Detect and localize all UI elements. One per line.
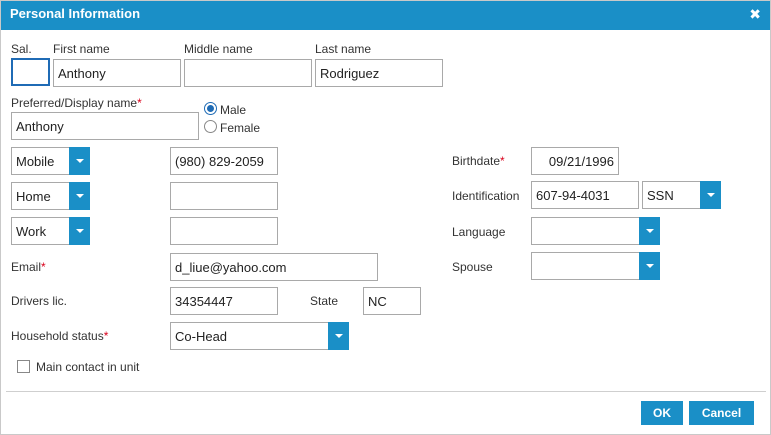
phone2-type-value: Home	[16, 189, 51, 204]
phone1-type-select[interactable]: Mobile	[11, 147, 90, 175]
dialog-titlebar: Personal Information ✖	[1, 1, 770, 30]
language-select[interactable]	[531, 217, 660, 245]
birthdate-input[interactable]	[531, 147, 619, 175]
identification-input[interactable]	[531, 181, 639, 209]
phone3-type-value: Work	[16, 224, 47, 239]
male-radio[interactable]	[204, 102, 217, 115]
ok-button[interactable]: OK	[641, 401, 683, 425]
middle-name-input[interactable]	[184, 59, 312, 87]
female-label: Female	[220, 121, 261, 135]
household-status-select[interactable]: Co-Head	[170, 322, 349, 350]
chevron-down-icon[interactable]	[700, 181, 721, 209]
chevron-down-icon[interactable]	[639, 252, 660, 280]
main-contact-checkbox[interactable]	[17, 360, 30, 373]
state-label: State	[310, 294, 339, 308]
state-input[interactable]	[363, 287, 421, 315]
phone2-input[interactable]	[170, 182, 278, 210]
first-name-label: First name	[53, 42, 110, 56]
spouse-select[interactable]	[531, 252, 660, 280]
chevron-down-icon[interactable]	[639, 217, 660, 245]
preferred-name-label: Preferred/Display name*	[11, 96, 142, 110]
language-label: Language	[452, 225, 506, 239]
footer-divider	[6, 391, 766, 392]
chevron-down-icon[interactable]	[328, 322, 349, 350]
phone1-input[interactable]	[170, 147, 278, 175]
drivers-lic-input[interactable]	[170, 287, 278, 315]
identification-label: Identification	[452, 189, 520, 203]
cancel-button[interactable]: Cancel	[689, 401, 754, 425]
id-type-select[interactable]: SSN	[642, 181, 721, 209]
spouse-label: Spouse	[452, 260, 493, 274]
close-icon[interactable]: ✖	[749, 6, 761, 23]
personal-information-dialog: Personal Information ✖ Sal. First name M…	[0, 0, 771, 435]
female-radio[interactable]	[204, 120, 217, 133]
preferred-name-input[interactable]	[11, 112, 199, 140]
male-label: Male	[220, 103, 247, 117]
sal-label: Sal.	[11, 42, 32, 56]
main-contact-label: Main contact in unit	[36, 360, 140, 374]
last-name-label: Last name	[315, 42, 372, 56]
drivers-lic-label: Drivers lic.	[11, 294, 67, 308]
phone1-type-value: Mobile	[16, 154, 55, 169]
dialog-title: Personal Information	[10, 6, 141, 21]
id-type-value: SSN	[647, 188, 674, 203]
phone2-type-select[interactable]: Home	[11, 182, 90, 210]
chevron-down-icon[interactable]	[69, 217, 90, 245]
last-name-input[interactable]	[315, 59, 443, 87]
household-status-value: Co-Head	[175, 329, 228, 344]
email-input[interactable]	[170, 253, 378, 281]
email-label: Email*	[11, 260, 46, 274]
household-status-label: Household status*	[11, 329, 109, 343]
sal-input[interactable]	[11, 58, 50, 86]
chevron-down-icon[interactable]	[69, 182, 90, 210]
phone3-type-select[interactable]: Work	[11, 217, 90, 245]
phone3-input[interactable]	[170, 217, 278, 245]
middle-name-label: Middle name	[184, 42, 253, 56]
birthdate-label: Birthdate*	[452, 154, 505, 168]
first-name-input[interactable]	[53, 59, 181, 87]
chevron-down-icon[interactable]	[69, 147, 90, 175]
